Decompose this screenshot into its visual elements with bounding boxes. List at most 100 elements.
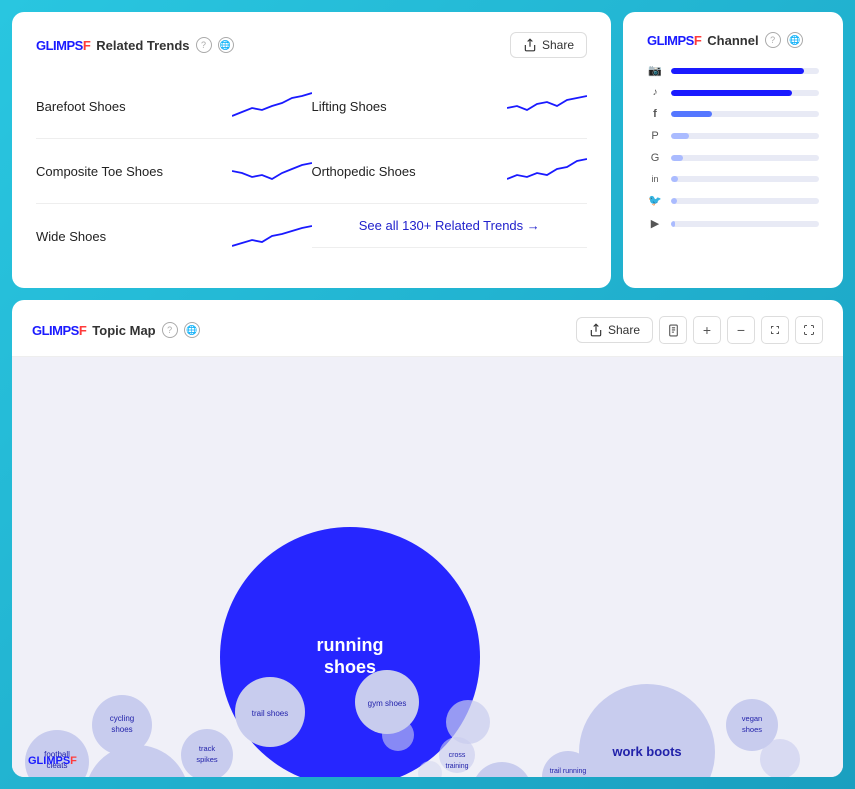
trend-barefoot-sparkline <box>232 88 312 124</box>
topic-map-svg: running shoes work boots golf shoes asic… <box>12 357 843 777</box>
linkedin-fill <box>671 176 678 182</box>
facebook-icon: f <box>647 108 663 120</box>
trend-lifting-label: Lifting Shoes <box>312 99 387 114</box>
topic-map-header: GLIMPSF Topic Map ? 🌐 Share + − <box>12 300 843 357</box>
topic-map-controls: Share + − <box>576 316 823 344</box>
channel-instagram: 📷 <box>647 64 819 77</box>
instagram-fill <box>671 68 804 74</box>
channel-linkedin: in <box>647 174 819 184</box>
tiktok-bar <box>671 90 819 96</box>
share-label: Share <box>542 38 574 52</box>
label-cycling-shoes-2: shoes <box>111 725 132 734</box>
label-gym-shoes: gym shoes <box>368 699 407 708</box>
label-cross-training-2: training <box>446 763 469 770</box>
topic-share-label: Share <box>608 323 640 337</box>
topic-map-card: GLIMPSF Topic Map ? 🌐 Share + − <box>12 300 843 777</box>
trend-composite-label: Composite Toe Shoes <box>36 164 163 179</box>
google-icon: G <box>647 152 663 164</box>
google-fill <box>671 155 683 161</box>
trends-left-col: Barefoot Shoes Composite Toe Shoes Wide … <box>36 74 312 268</box>
topic-map-title: Topic Map <box>92 323 155 338</box>
label-work-boots: work boots <box>611 744 681 759</box>
label-cycling-shoes: cycling <box>110 714 134 723</box>
channel-youtube: ▶ <box>647 217 819 230</box>
bubble-misc-4 <box>382 719 414 751</box>
help-icon[interactable]: ? <box>196 37 212 53</box>
label-cross-training: cross <box>449 752 466 759</box>
related-trends-card: GLIMPSF Related Trends ? 🌐 Share Barefoo… <box>12 12 611 288</box>
trend-composite-sparkline <box>232 153 312 189</box>
trend-lifting-sparkline <box>507 88 587 124</box>
twitter-fill <box>671 198 677 204</box>
document-icon <box>667 324 680 337</box>
label-running-shoes: running <box>317 635 384 655</box>
tiktok-icon: ♪ <box>647 87 663 98</box>
channel-header: GLIMPSF Channel ? 🌐 <box>647 32 819 48</box>
bubble-work-boots[interactable] <box>579 684 715 777</box>
zoom-in-button[interactable]: + <box>693 316 721 344</box>
channel-globe-icon[interactable]: 🌐 <box>787 32 803 48</box>
label-trail-running: trail running <box>550 768 587 775</box>
label-vegan-shoes: vegan <box>742 714 762 723</box>
facebook-fill <box>671 111 712 117</box>
trend-composite-toe: Composite Toe Shoes <box>36 139 312 204</box>
trend-wide-shoes: Wide Shoes <box>36 204 312 268</box>
related-trends-header-left: GLIMPSF Related Trends ? 🌐 <box>36 37 234 53</box>
trend-barefoot-label: Barefoot Shoes <box>36 99 126 114</box>
fit-button[interactable] <box>761 316 789 344</box>
google-bar <box>671 155 819 161</box>
topic-glimpse-logo: GLIMPSF <box>32 323 86 338</box>
fullscreen-icon <box>803 324 815 336</box>
share-icon <box>523 38 537 52</box>
trend-orthopedic-label: Orthopedic Shoes <box>312 164 416 179</box>
pinterest-fill <box>671 133 689 139</box>
trend-orthopedic-shoes: Orthopedic Shoes <box>312 139 588 204</box>
zoom-out-button[interactable]: − <box>727 316 755 344</box>
topic-share-icon <box>589 323 603 337</box>
instagram-bar <box>671 68 819 74</box>
channel-card: GLIMPSF Channel ? 🌐 📷 ♪ <box>623 12 843 288</box>
linkedin-icon: in <box>647 174 663 184</box>
channel-glimpse-logo: GLIMPSF <box>647 33 701 48</box>
fit-icon <box>769 324 781 336</box>
trend-lifting-shoes: Lifting Shoes <box>312 74 588 139</box>
channel-help-icon[interactable]: ? <box>765 32 781 48</box>
channel-tiktok: ♪ <box>647 87 819 98</box>
fullscreen-button[interactable] <box>795 316 823 344</box>
youtube-icon: ▶ <box>647 217 663 230</box>
bubble-track-spikes[interactable] <box>181 729 233 777</box>
label-track-spikes: track <box>199 744 216 753</box>
channel-facebook: f <box>647 108 819 120</box>
see-all-button[interactable]: See all 130+ Related Trends → <box>312 204 588 248</box>
channel-google: G <box>647 152 819 164</box>
topic-share-button[interactable]: Share <box>576 317 653 343</box>
glimpse-watermark: GLIMPSF <box>28 755 77 767</box>
top-section: GLIMPSF Related Trends ? 🌐 Share Barefoo… <box>12 12 843 288</box>
document-button[interactable] <box>659 316 687 344</box>
pinterest-bar <box>671 133 819 139</box>
facebook-bar <box>671 111 819 117</box>
twitter-bar <box>671 198 819 204</box>
youtube-bar <box>671 221 819 227</box>
channel-pinterest: P <box>647 130 819 142</box>
see-all-label: See all 130+ Related Trends → <box>359 218 540 233</box>
globe-icon[interactable]: 🌐 <box>218 37 234 53</box>
trend-wide-sparkline <box>232 218 312 254</box>
bubble-athletic-shoes[interactable] <box>472 762 532 777</box>
label-track-spikes-2: spikes <box>196 755 218 764</box>
share-button[interactable]: Share <box>510 32 587 58</box>
glimpse-logo: GLIMPSF <box>36 38 90 53</box>
trend-wide-label: Wide Shoes <box>36 229 106 244</box>
channel-header-left: GLIMPSF Channel ? 🌐 <box>647 32 803 48</box>
related-trends-title: Related Trends <box>96 38 189 53</box>
topic-help-icon[interactable]: ? <box>162 322 178 338</box>
tiktok-fill <box>671 90 792 96</box>
trend-barefoot-shoes: Barefoot Shoes <box>36 74 312 139</box>
youtube-fill <box>671 221 675 227</box>
trends-grid: Barefoot Shoes Composite Toe Shoes Wide … <box>36 74 587 268</box>
channel-twitter: 🐦 <box>647 194 819 207</box>
pinterest-icon: P <box>647 130 663 142</box>
topic-globe-icon[interactable]: 🌐 <box>184 322 200 338</box>
label-trail-shoes: trail shoes <box>252 709 288 718</box>
topic-map-header-left: GLIMPSF Topic Map ? 🌐 <box>32 322 200 338</box>
